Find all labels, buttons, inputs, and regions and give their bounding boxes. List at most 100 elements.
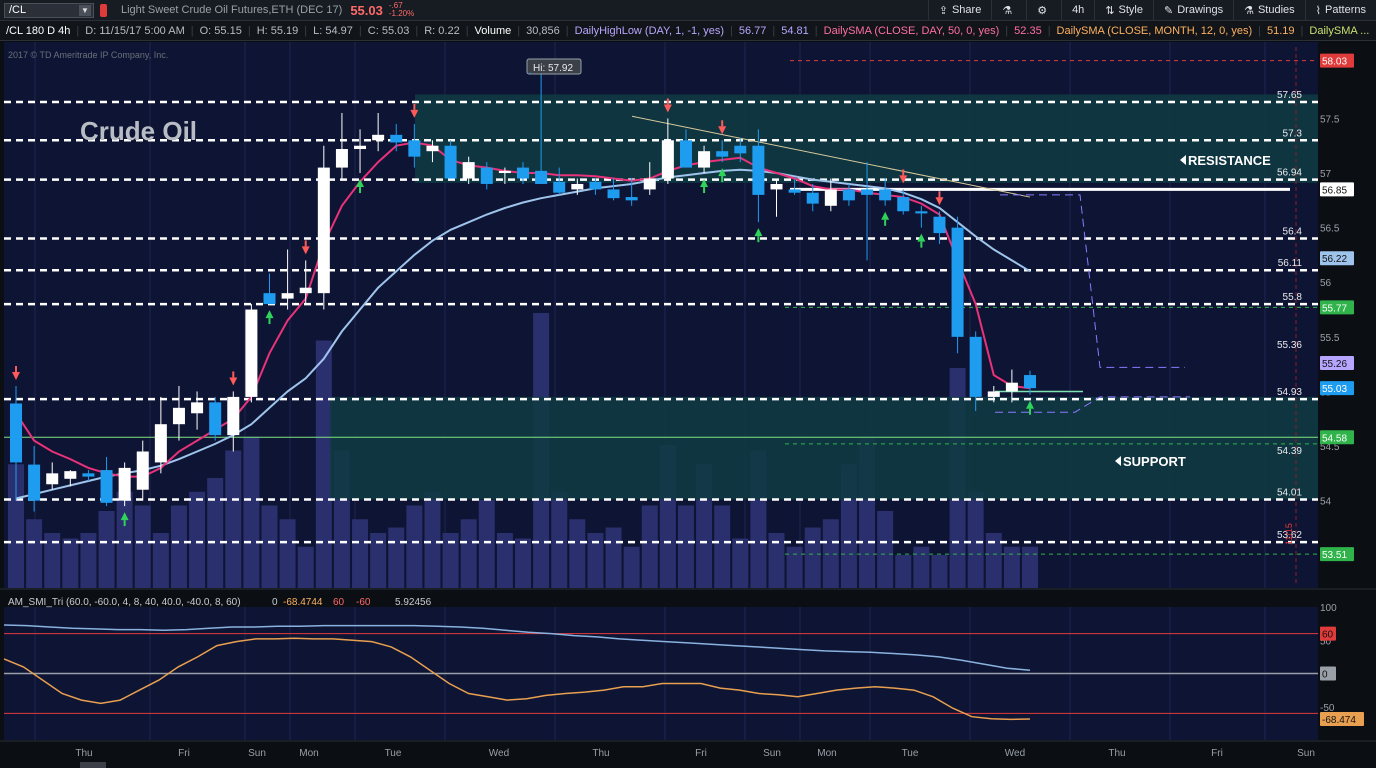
volume-bar (895, 555, 912, 588)
volume-bar (551, 491, 568, 588)
candle-body (245, 309, 258, 397)
volume-bar (315, 340, 332, 588)
volume-bar (352, 519, 369, 588)
candle-body (879, 189, 892, 201)
candle-body (136, 451, 149, 490)
candle-body (734, 145, 747, 154)
time-axis-label: Wed (1005, 748, 1025, 759)
volume-bar (207, 478, 224, 588)
candle-body (354, 145, 367, 150)
volume-bar (297, 546, 314, 588)
volume-bar (26, 519, 43, 588)
candle-body (317, 167, 330, 294)
volume-bar (1003, 546, 1020, 588)
price-axis-tick: 56 (1320, 278, 1332, 289)
candle-body (824, 189, 837, 206)
scrollbar-thumb[interactable] (80, 762, 106, 768)
level-value-label: 57.3 (1283, 128, 1303, 139)
volume-bar (98, 511, 115, 588)
volume-bar (804, 527, 821, 588)
volume-bar (931, 555, 948, 588)
price-tag-label: 55.26 (1322, 359, 1347, 370)
oscillator-tag-label: 60 (1322, 630, 1334, 641)
volume-bar (388, 527, 405, 588)
candle-body (842, 189, 855, 201)
candle-body (154, 424, 167, 463)
candle-body (172, 407, 185, 425)
volume-bar (677, 505, 694, 588)
oscillator-value: -60 (356, 597, 371, 608)
time-axis-label: Sun (1297, 748, 1315, 759)
copyright-text: 2017 © TD Ameritrade IP Company, Inc. (8, 50, 168, 60)
volume-bar (189, 491, 206, 588)
oscillator-value: 5.92456 (395, 597, 432, 608)
volume-bar (225, 450, 242, 588)
candle-body (408, 140, 421, 157)
candle-body (661, 140, 674, 179)
candle-body (100, 470, 113, 503)
time-axis-label: Tue (902, 748, 919, 759)
volume-bar (913, 546, 930, 588)
time-axis-label: Fri (695, 748, 707, 759)
level-value-label: 56.4 (1283, 227, 1303, 238)
candle-body (390, 134, 403, 143)
candle-body (227, 396, 240, 436)
candle-body (806, 192, 819, 204)
candle-body (426, 145, 439, 152)
price-tag-label: 54.58 (1322, 433, 1347, 444)
candle-body (46, 473, 59, 485)
volume-bar (732, 538, 749, 588)
candle-body (191, 402, 204, 414)
time-axis-label: Sun (763, 748, 781, 759)
price-axis-tick: 56.5 (1320, 224, 1340, 235)
volume-bar (714, 505, 731, 588)
level-value-label: 55.8 (1283, 292, 1303, 303)
resistance-label: RESISTANCE (1188, 153, 1271, 168)
candle-body (335, 149, 348, 168)
candle-body (915, 211, 928, 214)
resistance-zone (415, 94, 1318, 183)
time-axis-label: Wed (489, 748, 509, 759)
volume-bar (786, 546, 803, 588)
volume-bar (170, 505, 187, 588)
candle-body (969, 336, 982, 397)
level-value-label: 55.36 (1277, 340, 1302, 351)
volume-bar (641, 505, 658, 588)
price-tag-label: 55.03 (1322, 384, 1347, 395)
volume-bar (460, 519, 477, 588)
time-axis-label: Thu (592, 748, 609, 759)
candle-body (861, 189, 874, 195)
volume-bar (569, 519, 586, 588)
candle-body (64, 471, 77, 479)
volume-bar (424, 491, 441, 588)
volume-bar (478, 500, 495, 588)
candle-body (462, 162, 475, 179)
high-label: Hi: 57.92 (533, 63, 573, 74)
candle-body (1024, 375, 1036, 389)
chart-title: Crude Oil (80, 116, 197, 146)
oscillator-value: 0 (272, 597, 278, 608)
oscillator-tag-label: -68.474 (1322, 715, 1356, 726)
candle-body (28, 464, 41, 501)
candle-body (517, 167, 529, 179)
price-axis-tick: 57 (1320, 169, 1332, 180)
candle-body (933, 216, 946, 234)
support-zone (330, 396, 1318, 500)
volume-bar (406, 505, 423, 588)
oscillator-value: -68.4744 (283, 597, 323, 608)
price-axis-tick: 55.5 (1320, 333, 1340, 344)
time-axis-label: Sun (248, 748, 266, 759)
candle-body (372, 134, 385, 141)
time-axis-label: Thu (1108, 748, 1125, 759)
date-marker-label: 11/15 (1284, 523, 1294, 545)
candle-body (281, 293, 294, 299)
level-value-label: 54.39 (1277, 446, 1302, 457)
candle-body (698, 151, 711, 168)
candle-body (82, 473, 95, 477)
price-tag-label: 53.51 (1322, 550, 1347, 561)
volume-bar (261, 505, 278, 588)
candle-body (535, 170, 548, 184)
volume-bar (822, 519, 839, 588)
candle-body (625, 197, 638, 201)
price-chart[interactable]: Crude Oil 2017 © TD Ameritrade IP Company… (0, 0, 1376, 768)
